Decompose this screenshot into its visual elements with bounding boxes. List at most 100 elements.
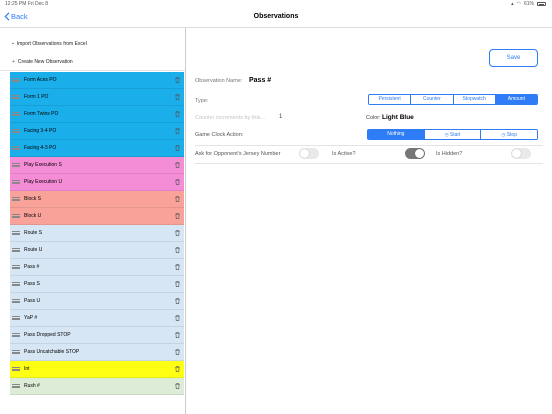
- counter-label: Counter increments by this...: [195, 115, 266, 121]
- trash-icon[interactable]: [175, 179, 180, 185]
- drag-handle-icon[interactable]: [12, 367, 20, 371]
- hidden-toggle[interactable]: [511, 148, 531, 159]
- observation-label: Pass Uncatchable STOP: [24, 349, 80, 355]
- status-right: ▴ ◠ 61%: [511, 1, 546, 7]
- wifi-icon: ◠: [516, 1, 521, 7]
- clock-option-start[interactable]: ◷ Start: [423, 130, 481, 139]
- navigation-bar: Back Observations: [0, 9, 552, 28]
- create-label: Create New Observation: [17, 59, 73, 65]
- trash-icon[interactable]: [175, 281, 180, 287]
- observation-row[interactable]: Play Execution U: [10, 174, 184, 191]
- clock-segmented-control: Nothing ◷ Start ◷ Stop: [367, 129, 538, 140]
- drag-handle-icon[interactable]: [12, 231, 20, 235]
- trash-icon[interactable]: [175, 196, 180, 202]
- observation-row[interactable]: YaP #: [10, 310, 184, 327]
- trash-icon[interactable]: [175, 128, 180, 134]
- observation-row[interactable]: Play Execution S: [10, 157, 184, 174]
- trash-icon[interactable]: [175, 162, 180, 168]
- observation-row[interactable]: Route S: [10, 225, 184, 242]
- observation-row[interactable]: Facing 3-4 PO: [10, 123, 184, 140]
- observation-label: Play Execution S: [24, 162, 62, 168]
- observation-row[interactable]: Facing 4-3 PO: [10, 140, 184, 157]
- clock-option-stop[interactable]: ◷ Stop: [480, 130, 537, 139]
- drag-handle-icon[interactable]: [12, 265, 20, 269]
- toggle-knob: [415, 149, 424, 158]
- type-option-stopwatch[interactable]: Stopwatch: [452, 95, 495, 104]
- drag-handle-icon[interactable]: [12, 146, 20, 150]
- drag-handle-icon[interactable]: [12, 163, 20, 167]
- observation-row[interactable]: Int: [10, 361, 184, 378]
- segment-label: Nothing: [387, 131, 405, 137]
- trash-icon[interactable]: [175, 213, 180, 219]
- observation-row[interactable]: Form Twins PO: [10, 106, 184, 123]
- drag-handle-icon[interactable]: [12, 95, 20, 99]
- drag-handle-icon[interactable]: [12, 384, 20, 388]
- trash-icon[interactable]: [175, 77, 180, 83]
- clock-option-nothing[interactable]: Nothing: [368, 130, 424, 139]
- counter-value[interactable]: 1: [279, 114, 282, 120]
- trash-icon[interactable]: [175, 298, 180, 304]
- battery-icon: [537, 2, 546, 6]
- type-option-persistent[interactable]: Persistent: [369, 95, 411, 104]
- trash-icon[interactable]: [175, 94, 180, 100]
- trash-icon[interactable]: [175, 383, 180, 389]
- trash-icon[interactable]: [175, 247, 180, 253]
- drag-handle-icon[interactable]: [12, 248, 20, 252]
- active-toggle[interactable]: [405, 148, 425, 159]
- drag-handle-icon[interactable]: [12, 299, 20, 303]
- observation-row[interactable]: Block U: [10, 208, 184, 225]
- observation-label: Int: [24, 366, 30, 372]
- observation-row[interactable]: Block S: [10, 191, 184, 208]
- drag-handle-icon[interactable]: [12, 129, 20, 133]
- trash-icon[interactable]: [175, 315, 180, 321]
- drag-handle-icon[interactable]: [12, 180, 20, 184]
- import-observations-button[interactable]: ▪ Import Observations from Excel: [12, 41, 87, 47]
- observation-label: Facing 3-4 PO: [24, 128, 57, 134]
- observation-label: Form Twins PO: [24, 111, 59, 117]
- observation-label: Facing 4-3 PO: [24, 145, 57, 151]
- observation-row[interactable]: Rush #: [10, 378, 184, 395]
- trash-icon[interactable]: [175, 349, 180, 355]
- type-label: Type:: [195, 98, 209, 104]
- color-label: Color:: [366, 115, 381, 121]
- jersey-toggle[interactable]: [299, 148, 319, 159]
- trash-icon[interactable]: [175, 332, 180, 338]
- drag-handle-icon[interactable]: [12, 316, 20, 320]
- plus-icon: +: [12, 59, 15, 65]
- observation-label: Route S: [24, 230, 43, 236]
- observation-list: Form Aces PO Form 1 PO Form Twins PO Facing…: [10, 72, 184, 395]
- drag-handle-icon[interactable]: [12, 350, 20, 354]
- drag-handle-icon[interactable]: [12, 282, 20, 286]
- save-button[interactable]: Save: [489, 49, 538, 67]
- drag-handle-icon[interactable]: [12, 197, 20, 201]
- trash-icon[interactable]: [175, 230, 180, 236]
- observation-row[interactable]: Route U: [10, 242, 184, 259]
- trash-icon[interactable]: [175, 111, 180, 117]
- trash-icon[interactable]: [175, 264, 180, 270]
- type-option-counter[interactable]: Counter: [410, 95, 453, 104]
- trash-icon[interactable]: [175, 145, 180, 151]
- observation-label: Form 1 PO: [24, 94, 49, 100]
- name-value[interactable]: Pass #: [249, 77, 271, 84]
- drag-handle-icon[interactable]: [12, 333, 20, 337]
- create-observation-button[interactable]: + Create New Observation: [12, 59, 73, 65]
- drag-handle-icon[interactable]: [12, 214, 20, 218]
- signal-icon: ▴: [511, 1, 514, 7]
- observation-row[interactable]: Pass Uncatchable STOP: [10, 344, 184, 361]
- drag-handle-icon[interactable]: [12, 78, 20, 82]
- toggle-knob: [300, 149, 309, 158]
- color-value[interactable]: Light Blue: [382, 114, 414, 121]
- observation-row[interactable]: Form Aces PO: [10, 72, 184, 89]
- observation-row[interactable]: Pass S: [10, 276, 184, 293]
- observation-row[interactable]: Form 1 PO: [10, 89, 184, 106]
- observation-label: Play Execution U: [24, 179, 63, 185]
- observation-row[interactable]: Pass U: [10, 293, 184, 310]
- clock-icon: ◷: [501, 132, 506, 137]
- observation-row[interactable]: Pass Dropped STOP: [10, 327, 184, 344]
- trash-icon[interactable]: [175, 366, 180, 372]
- drag-handle-icon[interactable]: [12, 112, 20, 116]
- page-title: Observations: [253, 13, 299, 20]
- observation-row[interactable]: Pass #: [10, 259, 184, 276]
- type-option-amount[interactable]: Amount: [494, 95, 537, 104]
- segment-label: Start: [449, 132, 461, 138]
